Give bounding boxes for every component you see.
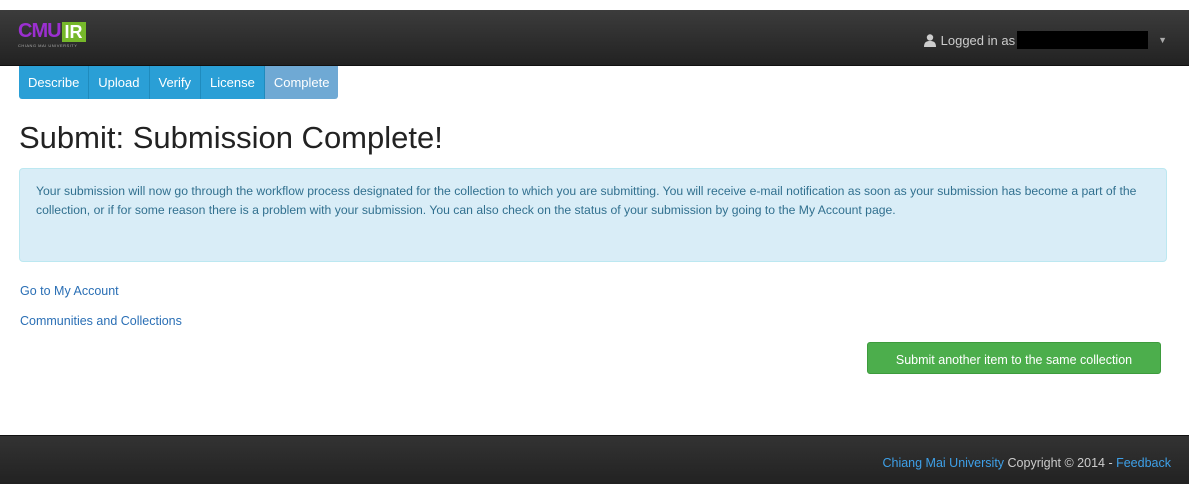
page-footer: Chiang Mai University Copyright © 2014 -… xyxy=(0,435,1189,484)
info-alert: Your submission will now go through the … xyxy=(19,168,1167,262)
step-complete: Complete xyxy=(264,66,339,99)
copyright-text: Copyright © 2014 - xyxy=(1004,456,1117,470)
cmuir-logo[interactable]: CMU IR CHIANG MAI UNIVERSITY xyxy=(18,20,86,50)
user-menu-toggle[interactable]: Logged in as ▼ xyxy=(923,30,1167,50)
submit-another-button[interactable]: Submit another item to the same collecti… xyxy=(867,342,1161,374)
footer-text: Chiang Mai University Copyright © 2014 -… xyxy=(882,456,1171,470)
top-navbar: CMU IR CHIANG MAI UNIVERSITY Logged in as… xyxy=(0,10,1189,66)
logo-subtitle: CHIANG MAI UNIVERSITY xyxy=(18,43,78,48)
step-license[interactable]: License xyxy=(201,66,265,99)
caret-down-icon: ▼ xyxy=(1158,35,1167,45)
my-account-link[interactable]: Go to My Account xyxy=(20,284,119,298)
step-describe[interactable]: Describe xyxy=(19,66,90,99)
step-verify[interactable]: Verify xyxy=(149,66,202,99)
feedback-link[interactable]: Feedback xyxy=(1116,456,1171,470)
submission-steps: Describe Upload Verify License Complete xyxy=(19,66,339,99)
step-upload[interactable]: Upload xyxy=(89,66,150,99)
logo-cmu-text: CMU xyxy=(18,20,62,42)
university-link[interactable]: Chiang Mai University xyxy=(882,456,1004,470)
communities-link[interactable]: Communities and Collections xyxy=(20,314,182,328)
user-icon xyxy=(923,33,936,47)
redacted-username xyxy=(1017,31,1149,49)
logged-in-label: Logged in as xyxy=(940,32,1016,48)
page-title: Submit: Submission Complete! xyxy=(19,120,443,155)
logo-ir-text: IR xyxy=(61,22,86,42)
